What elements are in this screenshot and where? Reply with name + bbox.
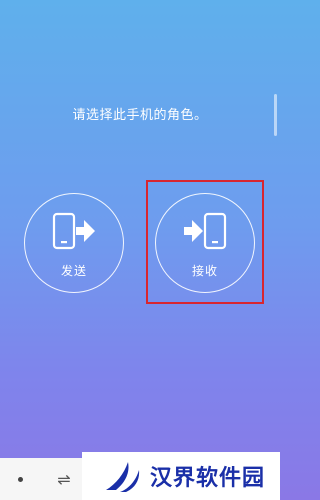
send-label: 发送	[60, 263, 87, 278]
send-button[interactable]: 发送	[24, 193, 124, 293]
smart-switch-role-screen: 请选择此手机的角色。 发送 接收	[0, 0, 280, 458]
watermark-text: 汉界软件园	[150, 466, 266, 491]
watermark: 汉界软件园	[82, 452, 280, 500]
dot-icon[interactable]	[8, 464, 32, 494]
role-prompt: 请选择此手机的角色。	[72, 108, 208, 123]
hanjie-logo-icon	[106, 462, 140, 492]
phone-send-icon	[52, 212, 95, 249]
highlight-annotation-box	[146, 180, 264, 304]
recent-apps-icon[interactable]: ⇌	[50, 464, 78, 494]
